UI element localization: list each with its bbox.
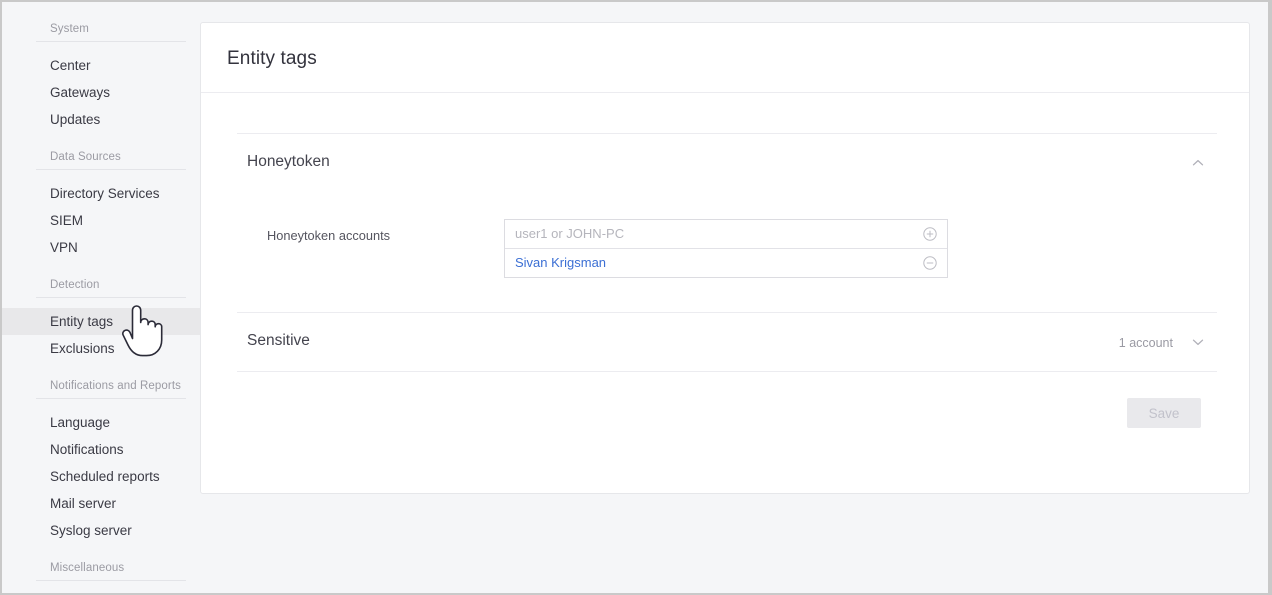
nav-group-label-notifications-and-reports: Notifications and Reports <box>36 379 186 399</box>
sidebar-item-language[interactable]: Language <box>2 409 200 436</box>
nav-group-label-system: System <box>36 22 186 42</box>
sidebar-item-center[interactable]: Center <box>2 52 200 79</box>
chevron-up-icon[interactable] <box>1191 156 1205 170</box>
save-button[interactable]: Save <box>1127 398 1201 428</box>
nav-group-notifications-and-reports: Notifications and Reports Language Notif… <box>2 379 200 544</box>
sidebar-item-scheduled-reports[interactable]: Scheduled reports <box>2 463 200 490</box>
panel-header: Entity tags <box>201 23 1249 93</box>
sidebar-item-notifications[interactable]: Notifications <box>2 436 200 463</box>
panel-footer: Save <box>201 372 1249 458</box>
minus-circle-icon[interactable] <box>923 256 937 270</box>
honeytoken-account-name: Sivan Krigsman <box>515 255 607 270</box>
entity-tags-panel: Entity tags Honeytoken Honeytoken accoun… <box>200 22 1250 494</box>
sidebar-item-siem[interactable]: SIEM <box>2 207 200 234</box>
sidebar-item-mail-server[interactable]: Mail server <box>2 490 200 517</box>
sidebar-item-exclusions[interactable]: Exclusions <box>2 335 200 362</box>
page-title: Entity tags <box>227 48 317 69</box>
nav-group-miscellaneous: Miscellaneous Licensing <box>2 561 200 593</box>
app-window: System Center Gateways Updates Data Sour… <box>2 2 1268 593</box>
chevron-down-icon[interactable] <box>1191 335 1205 349</box>
panel-body: Honeytoken Honeytoken accounts user1 or … <box>201 133 1249 458</box>
honeytoken-accounts-field: Honeytoken accounts user1 or JOHN-PC Siv… <box>201 192 1249 312</box>
nav-group-label-detection: Detection <box>36 278 186 298</box>
nav-group-data-sources: Data Sources Directory Services SIEM VPN <box>2 150 200 261</box>
sidebar-item-vpn[interactable]: VPN <box>2 234 200 261</box>
section-title-sensitive: Sensitive <box>247 332 310 349</box>
plus-circle-icon[interactable] <box>923 227 937 241</box>
honeytoken-add-row <box>505 220 947 248</box>
section-header-honeytoken[interactable]: Honeytoken <box>201 134 1249 192</box>
sensitive-account-count: 1 account <box>1118 336 1173 350</box>
settings-sidebar: System Center Gateways Updates Data Sour… <box>2 2 200 593</box>
sidebar-item-updates[interactable]: Updates <box>2 106 200 133</box>
honeytoken-accounts-list: Sivan Krigsman <box>504 219 948 278</box>
honeytoken-account-row[interactable]: Sivan Krigsman <box>505 248 947 277</box>
honeytoken-account-input[interactable] <box>515 220 895 248</box>
sidebar-item-syslog-server[interactable]: Syslog server <box>2 517 200 544</box>
sidebar-item-gateways[interactable]: Gateways <box>2 79 200 106</box>
section-title-honeytoken: Honeytoken <box>247 153 330 170</box>
honeytoken-accounts-label: Honeytoken accounts <box>267 228 391 243</box>
section-honeytoken: Honeytoken Honeytoken accounts user1 or … <box>201 134 1249 312</box>
section-sensitive: Sensitive 1 account <box>201 313 1249 371</box>
nav-group-label-data-sources: Data Sources <box>36 150 186 170</box>
nav-group-system: System Center Gateways Updates <box>2 22 200 133</box>
sidebar-item-licensing[interactable]: Licensing <box>2 591 200 593</box>
sidebar-item-directory-services[interactable]: Directory Services <box>2 180 200 207</box>
nav-group-label-miscellaneous: Miscellaneous <box>36 561 186 581</box>
nav-group-detection: Detection Entity tags Exclusions <box>2 278 200 362</box>
sidebar-item-entity-tags[interactable]: Entity tags <box>2 308 200 335</box>
section-header-sensitive[interactable]: Sensitive 1 account <box>201 313 1249 371</box>
